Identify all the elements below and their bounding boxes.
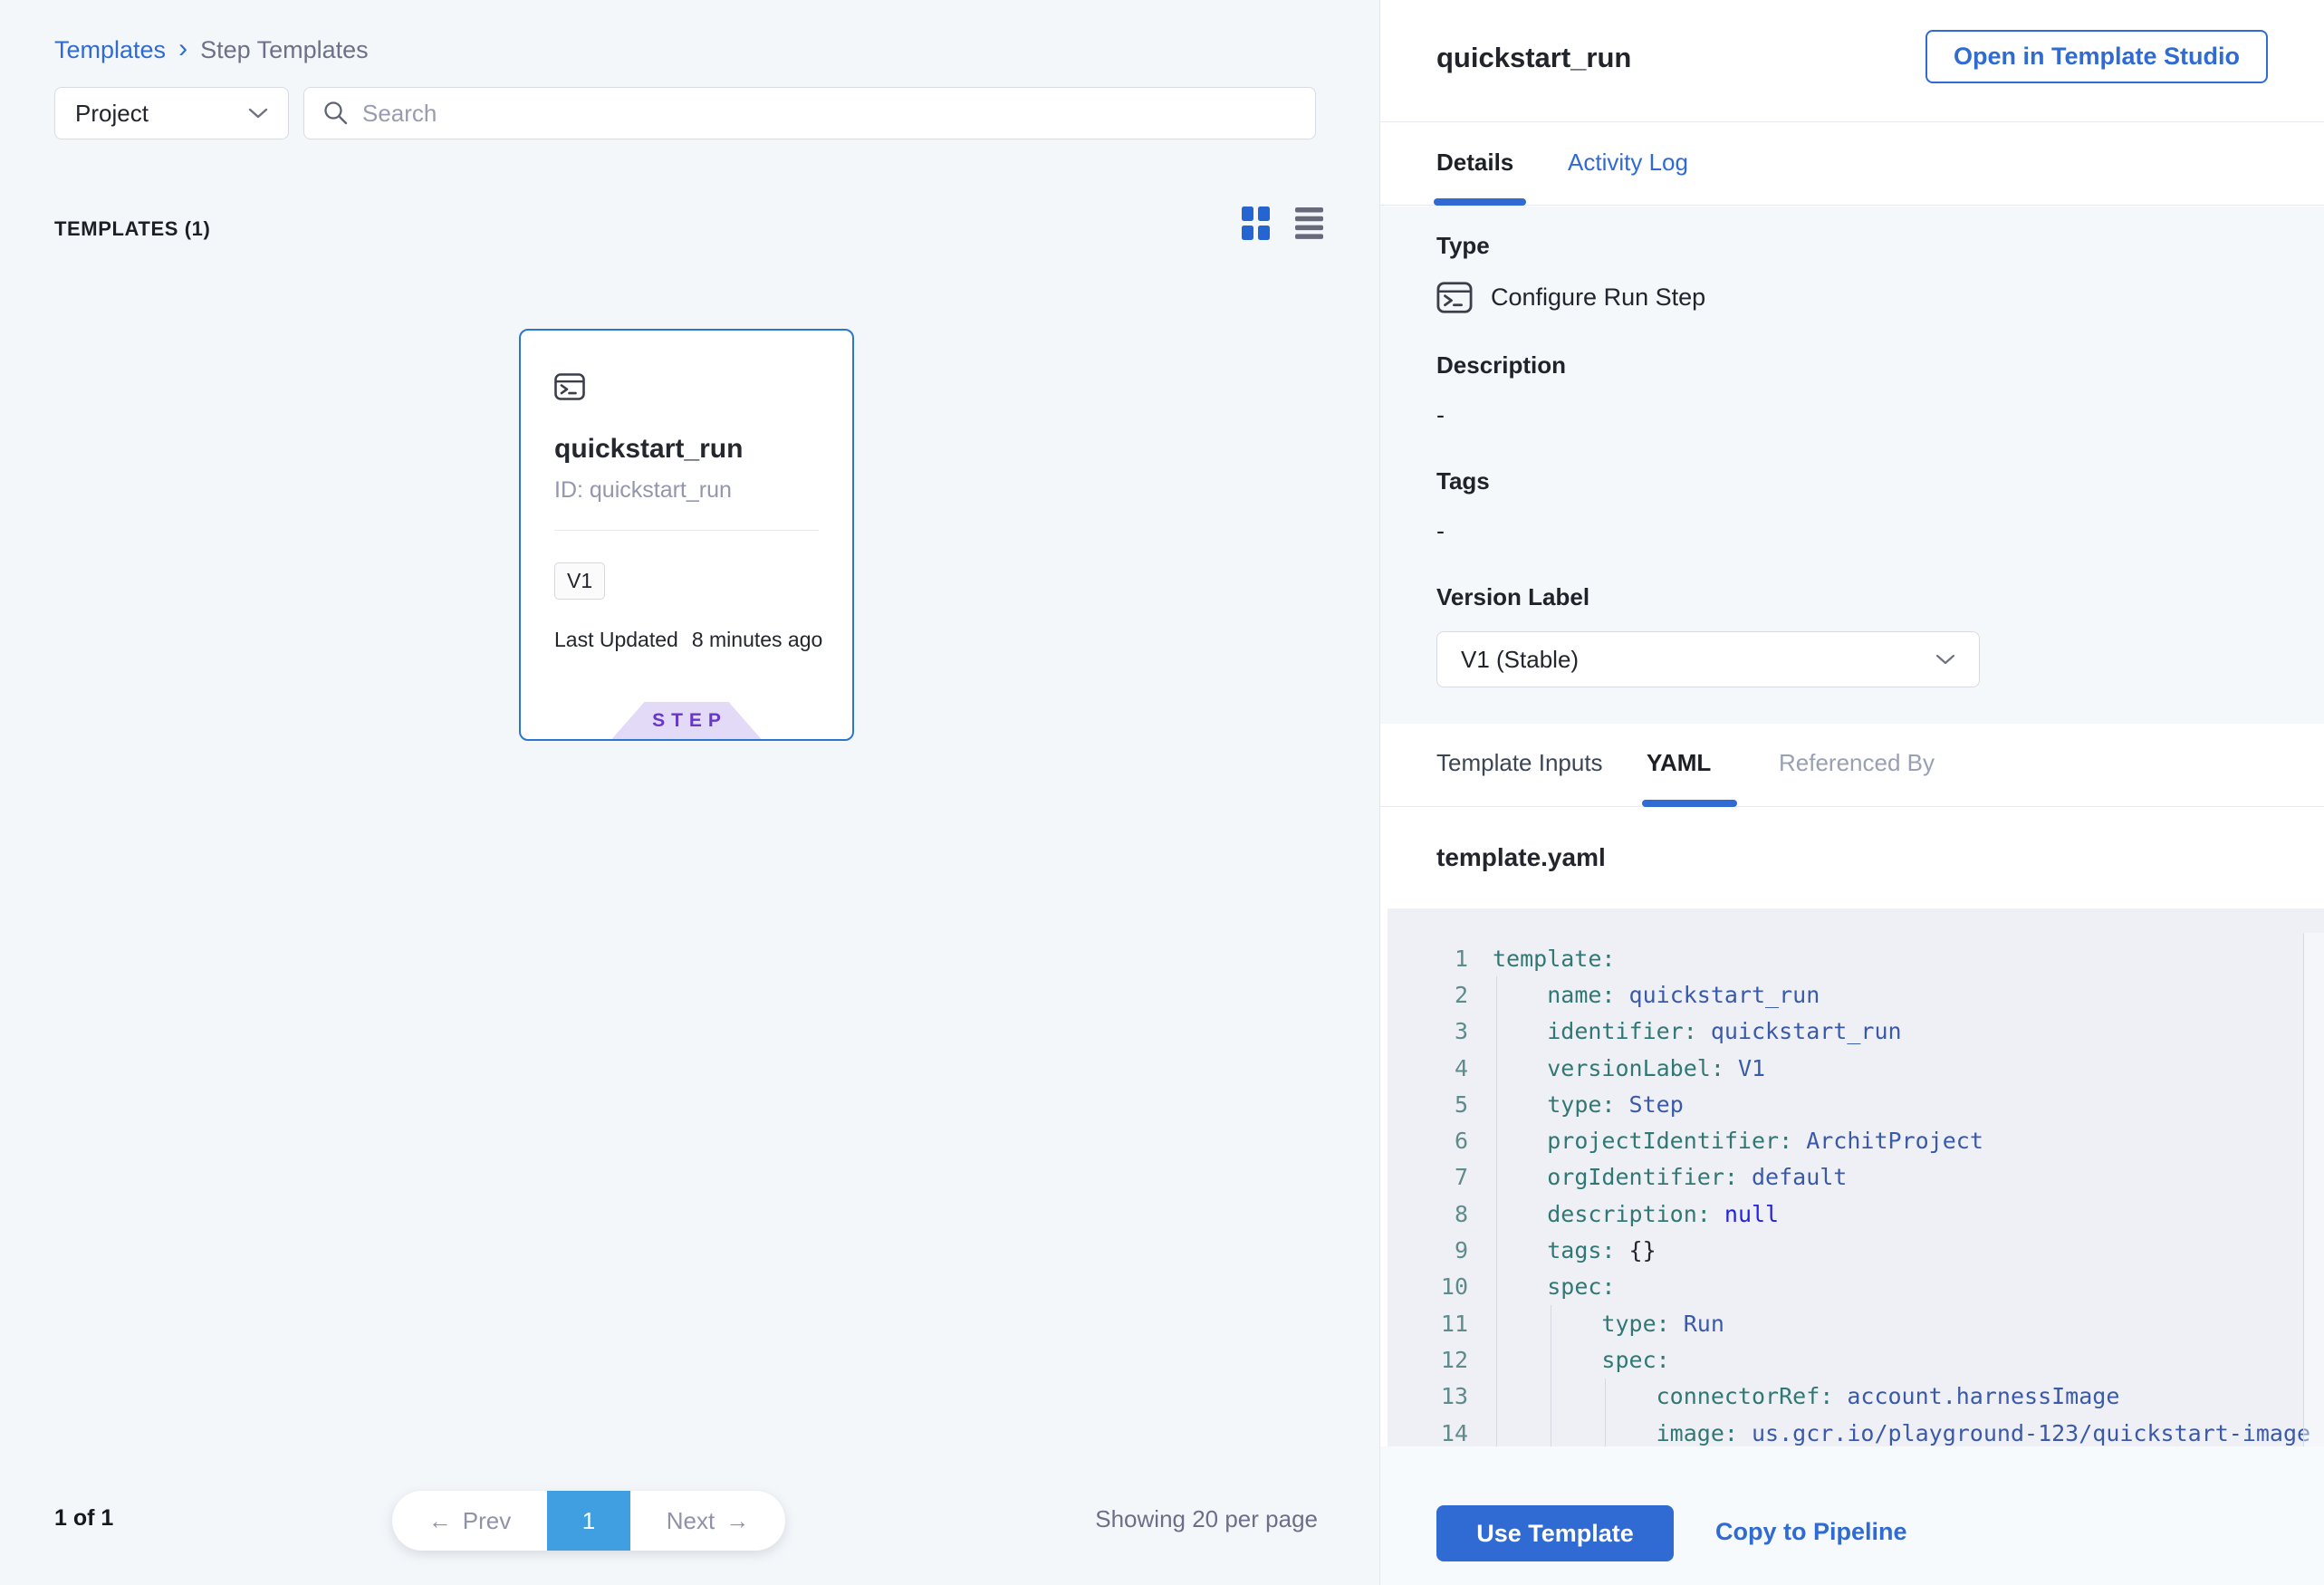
tab-details[interactable]: Details (1436, 149, 1513, 177)
last-updated-label: Last Updated (554, 628, 678, 652)
breadcrumb-current: Step Templates (200, 36, 369, 64)
scope-select-value: Project (75, 100, 248, 128)
details-title: quickstart_run (1436, 42, 1631, 74)
use-template-button[interactable]: Use Template (1436, 1505, 1674, 1561)
grid-view-icon[interactable] (1242, 207, 1270, 240)
card-last-updated: Last Updated 8 minutes ago (554, 628, 822, 652)
template-list-panel: Templates › Step Templates Project TEMPL… (0, 0, 1379, 1585)
list-view-icon[interactable] (1295, 207, 1323, 239)
card-title: quickstart_run (554, 434, 743, 465)
yaml-line: 8 description: null (1388, 1196, 2324, 1232)
yaml-line: 10 spec: (1388, 1269, 2324, 1305)
version-label: Version Label (1436, 583, 2324, 611)
yaml-line: 13 connectorRef: account.harnessImage (1388, 1378, 2324, 1415)
chevron-down-icon (248, 107, 268, 120)
active-tab-indicator (1434, 198, 1526, 206)
editor-scrollbar[interactable] (2303, 933, 2324, 1446)
yaml-line: 2 name: quickstart_run (1388, 976, 2324, 1013)
type-label: Type (1436, 232, 2324, 260)
details-header: quickstart_run Open in Template Studio (1380, 0, 2324, 122)
tab-template-inputs[interactable]: Template Inputs (1436, 749, 1603, 777)
description-label: Description (1436, 351, 2324, 379)
version-badge: V1 (554, 562, 605, 600)
yaml-editor[interactable]: 1template:2 name: quickstart_run3 identi… (1388, 908, 2324, 1446)
yaml-line: 14 image: us.gcr.io/playground-123/quick… (1388, 1415, 2324, 1446)
yaml-line: 3 identifier: quickstart_run (1388, 1013, 2324, 1050)
active-subtab-indicator (1642, 800, 1737, 807)
template-details-panel: quickstart_run Open in Template Studio D… (1379, 0, 2324, 1585)
type-value: Configure Run Step (1491, 283, 1705, 312)
prev-page-button[interactable]: ← Prev (392, 1491, 547, 1551)
yaml-tab-bar: Template Inputs YAML Referenced By (1380, 724, 2324, 807)
view-toggle (1242, 207, 1323, 240)
version-select-value: V1 (Stable) (1461, 646, 1935, 674)
tab-yaml[interactable]: YAML (1647, 749, 1711, 777)
yaml-file-name: template.yaml (1436, 843, 1606, 872)
open-in-template-studio-button[interactable]: Open in Template Studio (1925, 30, 2268, 83)
yaml-code-lines: 1template:2 name: quickstart_run3 identi… (1388, 908, 2324, 1446)
pagination: ← Prev 1 Next → (392, 1491, 785, 1551)
terminal-icon (1436, 282, 1473, 313)
yaml-line: 1template: (1388, 940, 2324, 976)
yaml-line: 7 orgIdentifier: default (1388, 1159, 2324, 1196)
yaml-line: 4 versionLabel: V1 (1388, 1050, 2324, 1086)
tab-referenced-by[interactable]: Referenced By (1779, 749, 1935, 777)
search-box (303, 87, 1316, 139)
search-icon (322, 100, 350, 127)
arrow-right-icon: → (725, 1507, 749, 1535)
details-footer: Use Template Copy to Pipeline (1380, 1446, 2324, 1585)
next-page-button[interactable]: Next → (630, 1491, 785, 1551)
type-value-row: Configure Run Step (1436, 282, 2324, 313)
last-updated-value: 8 minutes ago (692, 628, 822, 652)
templates-count-header: TEMPLATES (1) (54, 217, 210, 241)
step-type-badge-label: STEP (646, 710, 727, 732)
tags-value: - (1436, 517, 2324, 545)
description-value: - (1436, 401, 2324, 429)
card-divider (554, 530, 819, 531)
yaml-line: 9 tags: {} (1388, 1232, 2324, 1268)
scope-select[interactable]: Project (54, 87, 289, 139)
page-size-indicator: Showing 20 per page (1095, 1505, 1318, 1533)
search-input[interactable] (362, 100, 1297, 128)
yaml-line: 6 projectIdentifier: ArchitProject (1388, 1122, 2324, 1158)
template-card-quickstart-run[interactable]: quickstart_run ID: quickstart_run V1 Las… (519, 329, 854, 741)
step-templates-page: Templates › Step Templates Project TEMPL… (0, 0, 2324, 1585)
terminal-icon (554, 373, 585, 400)
breadcrumb-chevron-icon: › (178, 36, 187, 61)
tags-label: Tags (1436, 467, 2324, 495)
yaml-file-header: template.yaml (1380, 807, 2324, 908)
details-content: Type Configure Run Step Description - Ta… (1380, 207, 2324, 724)
version-select[interactable]: V1 (Stable) (1436, 631, 1980, 687)
next-label: Next (667, 1507, 715, 1535)
prev-label: Prev (463, 1507, 511, 1535)
yaml-line: 11 type: Run (1388, 1305, 2324, 1341)
chevron-down-icon (1935, 653, 1955, 666)
page-number-button[interactable]: 1 (547, 1491, 630, 1551)
copy-to-pipeline-link[interactable]: Copy to Pipeline (1715, 1518, 1907, 1546)
details-tab-bar: Details Activity Log (1380, 123, 2324, 206)
arrow-left-icon: ← (428, 1507, 452, 1535)
yaml-line: 5 type: Step (1388, 1086, 2324, 1122)
breadcrumb: Templates › Step Templates (54, 36, 369, 64)
card-id: ID: quickstart_run (554, 477, 732, 504)
page-summary: 1 of 1 (54, 1505, 113, 1532)
yaml-line: 12 spec: (1388, 1341, 2324, 1378)
tab-activity-log[interactable]: Activity Log (1568, 149, 1688, 177)
breadcrumb-templates-link[interactable]: Templates (54, 36, 166, 64)
